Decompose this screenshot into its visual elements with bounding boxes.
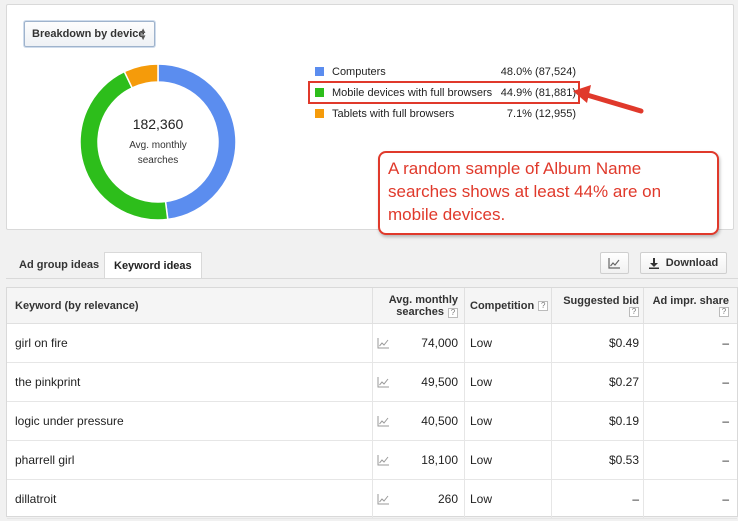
avg-monthly-searches-cell: 18,100 xyxy=(421,453,458,467)
line-chart-icon xyxy=(608,257,620,269)
legend-item-computers: Computers 48.0% (87,524) xyxy=(309,61,579,82)
trend-chart-icon[interactable] xyxy=(377,480,390,518)
column-divider xyxy=(643,288,644,324)
donut-total: 182,360 xyxy=(132,116,184,132)
legend-item-tablets: Tablets with full browsers 7.1% (12,955) xyxy=(309,103,579,124)
suggested-bid-cell: $0.49 xyxy=(608,336,639,350)
header-ad-impr-share[interactable]: Ad impr. share ? xyxy=(647,288,729,324)
suggested-bid-cell: – xyxy=(632,492,639,506)
header-competition[interactable]: Competition? xyxy=(470,288,549,324)
breakdown-label: Breakdown by device xyxy=(32,28,145,40)
competition-cell: Low xyxy=(470,414,493,428)
ad-impr-share-cell: – xyxy=(722,414,729,428)
header-bid-label: Suggested bid xyxy=(563,295,639,307)
header-avg-line2: searches? xyxy=(396,306,458,318)
legend-label: Mobile devices with full browsers xyxy=(332,86,493,99)
suggested-bid-cell: $0.27 xyxy=(608,375,639,389)
ad-impr-share-cell: – xyxy=(722,492,729,506)
table-row: pharrell girl 18,100 Low $0.53 – xyxy=(7,441,737,480)
ad-impr-share-cell: – xyxy=(722,336,729,350)
table-row: logic under pressure 40,500 Low $0.19 – xyxy=(7,402,737,441)
trend-chart-icon[interactable] xyxy=(377,402,390,440)
donut-center: 182,360 Avg. monthly searches xyxy=(79,63,237,221)
help-icon[interactable]: ? xyxy=(719,307,729,317)
header-share-label: Ad impr. share xyxy=(652,295,729,307)
competition-cell: Low xyxy=(470,453,493,467)
ad-impr-share-cell: – xyxy=(722,375,729,389)
avg-monthly-searches-cell: 49,500 xyxy=(421,375,458,389)
keyword-cell[interactable]: logic under pressure xyxy=(15,402,124,440)
tab-ad-group-ideas[interactable]: Ad group ideas xyxy=(10,252,108,278)
donut-caption: Avg. monthly searches xyxy=(129,140,187,166)
help-icon[interactable]: ? xyxy=(448,308,458,318)
header-keyword[interactable]: Keyword (by relevance) xyxy=(15,288,139,324)
tab-divider xyxy=(6,278,738,279)
legend-item-mobile: Mobile devices with full browsers 44.9% … xyxy=(308,81,580,104)
competition-cell: Low xyxy=(470,375,493,389)
tab-keyword-ideas[interactable]: Keyword ideas xyxy=(104,252,202,279)
competition-cell: Low xyxy=(470,336,493,350)
trend-chart-icon[interactable] xyxy=(377,441,390,479)
download-label: Download xyxy=(665,257,719,269)
legend-swatch-computers xyxy=(315,67,324,76)
updown-arrows-icon: ▲ ▼ xyxy=(139,26,147,42)
annotation-callout: A random sample of Album Name searches s… xyxy=(378,151,719,235)
download-button[interactable]: Download xyxy=(640,252,727,274)
table-row: the pinkprint 49,500 Low $0.27 – xyxy=(7,363,737,402)
avg-monthly-searches-cell: 40,500 xyxy=(421,414,458,428)
header-avg-line1: Avg. monthly xyxy=(388,294,458,306)
header-suggested-bid[interactable]: Suggested bid ? xyxy=(555,288,639,324)
keyword-ideas-table: Keyword (by relevance) Avg. monthly sear… xyxy=(6,287,738,519)
legend-value: 7.1% (12,955) xyxy=(506,107,576,120)
keyword-cell[interactable]: pharrell girl xyxy=(15,441,74,479)
help-icon[interactable]: ? xyxy=(538,301,549,311)
download-icon xyxy=(648,257,659,269)
legend-value: 44.9% (81,881) xyxy=(500,86,576,99)
legend-label: Tablets with full browsers xyxy=(332,107,455,120)
suggested-bid-cell: $0.53 xyxy=(608,453,639,467)
avg-monthly-searches-cell: 74,000 xyxy=(421,336,458,350)
column-divider xyxy=(464,288,465,324)
legend-swatch-tablets xyxy=(315,109,324,118)
legend-swatch-mobile xyxy=(315,88,324,97)
competition-cell: Low xyxy=(470,492,493,506)
header-competition-label: Competition xyxy=(470,300,535,312)
keyword-cell[interactable]: dillatroit xyxy=(15,480,56,518)
breakdown-by-device-dropdown[interactable]: Breakdown by device ▲ ▼ xyxy=(24,21,155,47)
chart-toggle-button[interactable] xyxy=(600,252,629,274)
table-row: dillatroit 260 Low – – xyxy=(7,480,737,519)
red-arrow-annotation xyxy=(573,85,644,114)
column-divider xyxy=(372,288,373,324)
device-legend: Computers 48.0% (87,524) Mobile devices … xyxy=(308,61,580,124)
legend-label: Computers xyxy=(332,65,386,78)
help-icon[interactable]: ? xyxy=(629,307,639,317)
legend-value: 48.0% (87,524) xyxy=(500,65,576,78)
avg-monthly-searches-cell: 260 xyxy=(437,492,458,506)
ad-impr-share-cell: – xyxy=(722,453,729,467)
keyword-cell[interactable]: girl on fire xyxy=(15,324,68,362)
header-avg-monthly-searches[interactable]: Avg. monthly searches? xyxy=(374,288,458,324)
suggested-bid-cell: $0.19 xyxy=(608,414,639,428)
column-divider xyxy=(551,288,552,324)
trend-chart-icon[interactable] xyxy=(377,363,390,401)
table-row: girl on fire 74,000 Low $0.49 – xyxy=(7,324,737,363)
table-header: Keyword (by relevance) Avg. monthly sear… xyxy=(7,288,737,324)
trend-chart-icon[interactable] xyxy=(377,324,390,362)
keyword-cell[interactable]: the pinkprint xyxy=(15,363,80,401)
